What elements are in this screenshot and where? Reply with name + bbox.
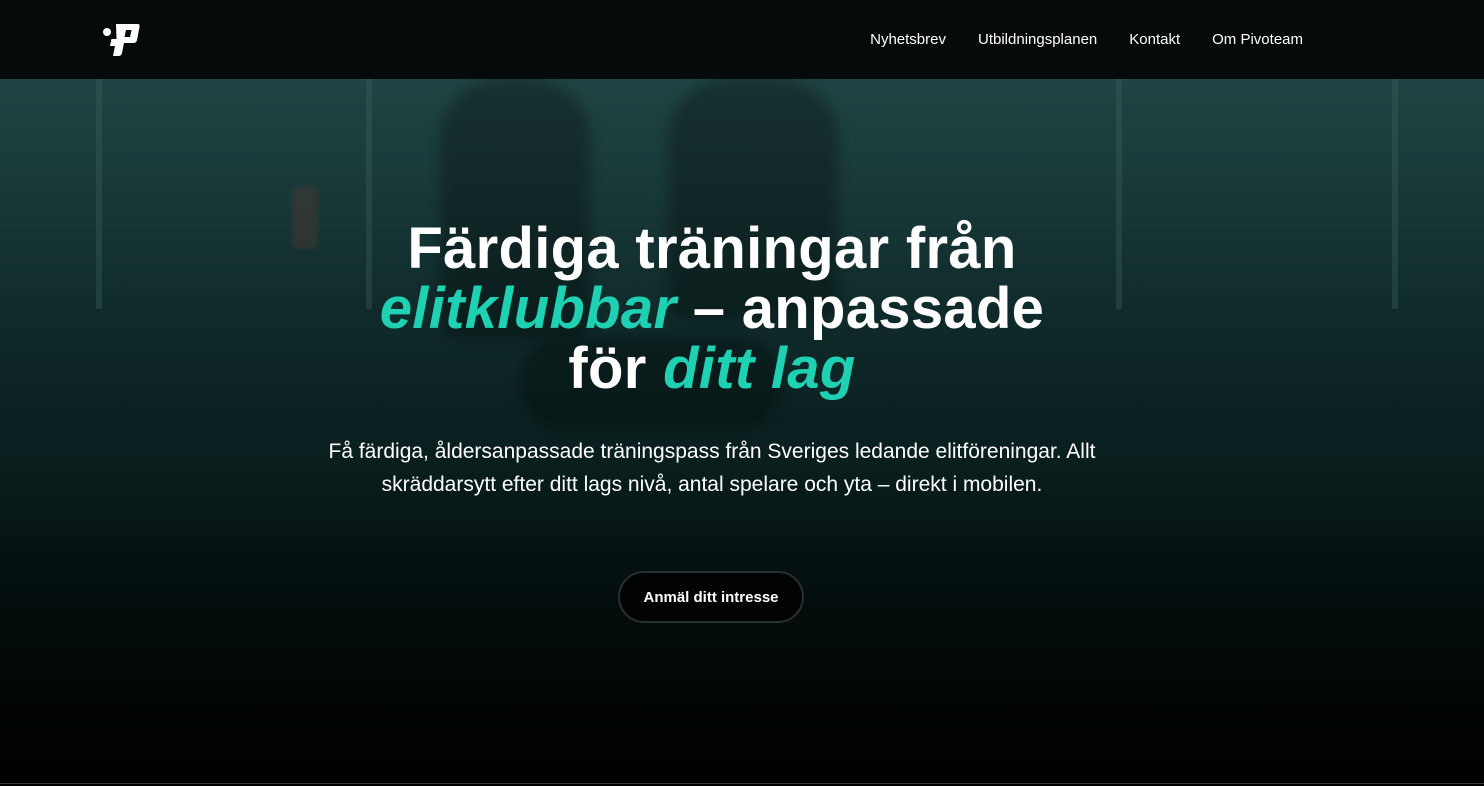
nav-link-nyhetsbrev[interactable]: Nyhetsbrev xyxy=(870,29,946,51)
headline-text: för xyxy=(568,336,664,401)
register-interest-button[interactable]: Anmäl ditt intresse xyxy=(618,571,804,623)
hero-headline: Färdiga träningar från elitklubbar – anpa… xyxy=(292,219,1132,399)
top-navbar: Nyhetsbrev Utbildningsplanen Kontakt Om … xyxy=(0,0,1484,79)
divider xyxy=(0,783,1484,784)
headline-accent-ditt-lag: ditt lag xyxy=(663,336,856,401)
main-nav: Nyhetsbrev Utbildningsplanen Kontakt Om … xyxy=(870,29,1303,51)
pivoteam-logo-icon[interactable] xyxy=(102,20,140,60)
page: Nyhetsbrev Utbildningsplanen Kontakt Om … xyxy=(0,0,1484,786)
nav-link-utbildningsplanen[interactable]: Utbildningsplanen xyxy=(978,29,1097,51)
hero-subtext: Få färdiga, åldersanpassade träningspass… xyxy=(328,440,1096,496)
logo-mark-icon xyxy=(103,24,140,56)
headline-text: Färdiga träningar från xyxy=(407,216,1017,281)
headline-accent-elitklubbar: elitklubbar xyxy=(379,276,677,341)
nav-link-kontakt[interactable]: Kontakt xyxy=(1129,29,1180,51)
hero-section: Färdiga träningar från elitklubbar – anpa… xyxy=(0,79,1484,786)
headline-text: – anpassade xyxy=(676,276,1045,341)
nav-link-om-pivoteam[interactable]: Om Pivoteam xyxy=(1212,29,1303,51)
